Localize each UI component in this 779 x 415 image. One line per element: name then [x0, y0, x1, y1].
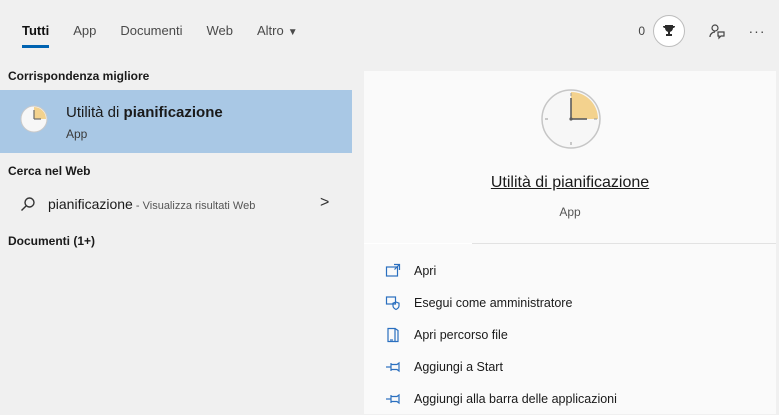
tab-label: App	[73, 23, 97, 38]
best-match-result[interactable]: Utilità di pianificazione App	[0, 90, 352, 153]
documents-header[interactable]: Documenti (1+)	[8, 234, 95, 248]
action-label: Apri percorso file	[414, 328, 508, 342]
search-icon	[21, 197, 35, 211]
action-label: Esegui come amministratore	[414, 296, 573, 310]
web-search-result[interactable]: pianificazione - Visualizza risultati We…	[0, 186, 352, 222]
tab-label: Web	[206, 23, 233, 38]
open-icon	[384, 262, 402, 280]
action-open[interactable]: Apri	[384, 255, 617, 287]
trophy-icon[interactable]	[653, 15, 685, 47]
action-label: Apri	[414, 264, 437, 278]
action-label: Aggiungi alla barra delle applicazioni	[414, 392, 617, 406]
action-run-as-admin[interactable]: Esegui come amministratore	[384, 287, 617, 319]
web-search-header: Cerca nel Web	[8, 164, 91, 178]
app-type: App	[559, 205, 581, 219]
best-match-title-bold: pianificazione	[123, 104, 223, 121]
results-pane: Corrispondenza migliore Utilità di piani…	[0, 62, 352, 414]
detail-pane: Utilità di pianificazione App Apri Esegu…	[364, 71, 776, 414]
chevron-right-icon[interactable]: >	[320, 194, 329, 212]
clock-icon	[20, 105, 48, 133]
web-query-text: pianificazione	[48, 196, 133, 212]
web-query-hint: - Visualizza risultati Web	[132, 200, 256, 212]
tab-label: Altro	[256, 23, 284, 38]
action-pin-to-taskbar[interactable]: Aggiungi alla barra delle applicazioni	[384, 383, 617, 415]
app-name-link[interactable]: Utilità di pianificazione	[364, 174, 776, 192]
best-match-subtitle: App	[66, 127, 88, 141]
clock-icon	[541, 89, 601, 149]
best-match-title-prefix: Utilità di	[66, 104, 124, 121]
action-list: Apri Esegui come amministratore Apri per…	[384, 255, 617, 415]
search-tabs-bar: Tutti App Documenti Web Altro ▼ 0 ···	[0, 0, 779, 62]
action-label: Aggiungi a Start	[414, 360, 503, 374]
tab-tutti[interactable]: Tutti	[0, 0, 61, 62]
pin-icon	[384, 390, 402, 408]
tab-label: Tutti	[22, 23, 50, 38]
feedback-icon[interactable]	[705, 19, 729, 43]
rewards-points: 0	[638, 24, 645, 38]
best-match-title: Utilità di pianificazione	[66, 104, 223, 121]
tab-documenti[interactable]: Documenti	[108, 0, 194, 62]
run-as-admin-icon	[384, 294, 402, 312]
tab-altro[interactable]: Altro ▼	[245, 0, 310, 62]
pin-icon	[384, 358, 402, 376]
tab-label: Documenti	[120, 23, 183, 38]
divider	[472, 243, 776, 244]
web-search-query: pianificazione - Visualizza risultati We…	[48, 196, 255, 212]
tab-list: Tutti App Documenti Web Altro ▼	[0, 0, 310, 62]
more-icon[interactable]: ···	[747, 23, 767, 39]
best-match-header: Corrispondenza migliore	[8, 69, 150, 83]
action-open-file-location[interactable]: Apri percorso file	[384, 319, 617, 351]
divider	[364, 243, 476, 244]
tab-web[interactable]: Web	[194, 0, 245, 62]
tab-app[interactable]: App	[61, 0, 108, 62]
chevron-down-icon: ▼	[287, 27, 298, 38]
top-right-controls: 0 ···	[638, 0, 767, 62]
action-pin-to-start[interactable]: Aggiungi a Start	[384, 351, 617, 383]
open-file-location-icon	[384, 326, 402, 344]
